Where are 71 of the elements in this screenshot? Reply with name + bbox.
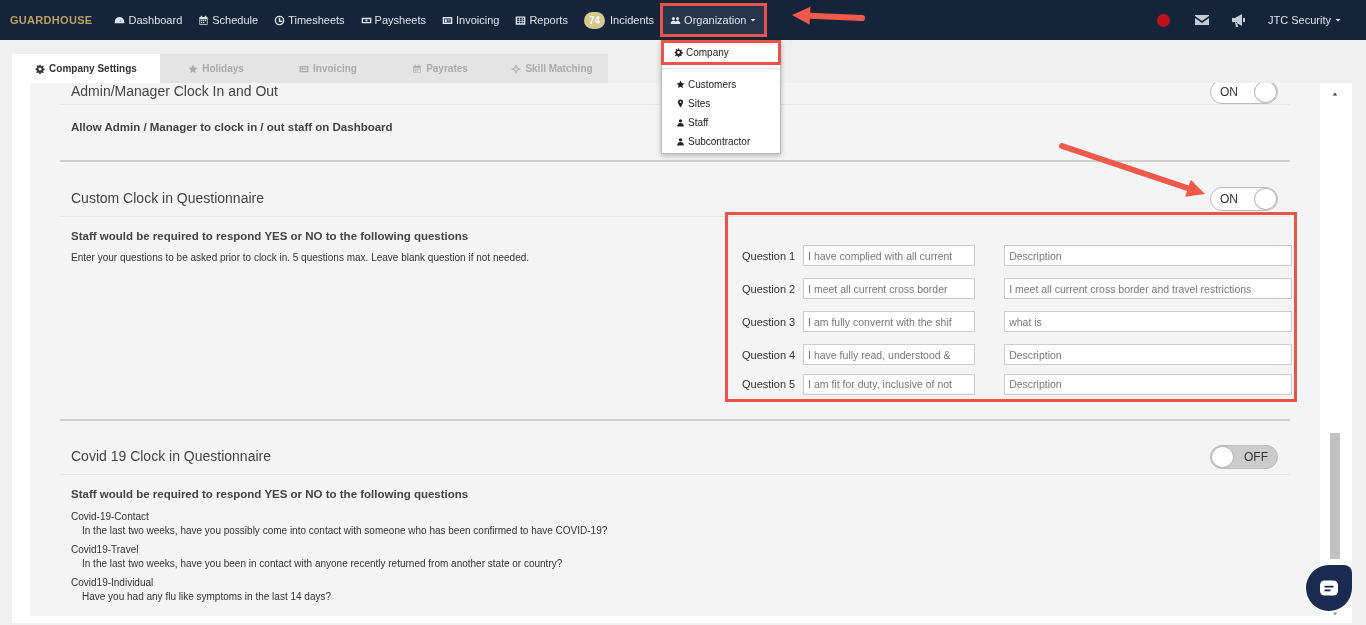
description-field[interactable]: I meet all current cross border and travel restrictions xyxy=(1004,278,1292,300)
section-title: Covid 19 Clock in Questionnaire xyxy=(71,447,271,467)
count-badge: 74 xyxy=(583,11,606,29)
question-text: In the last two weeks, have you possibly come into contact with someone who has been confirmed to have COVID-19? xyxy=(82,524,608,537)
question-text: In the last two weeks, have you been in contact with anyone recently returned from another state or country? xyxy=(82,557,563,570)
brand-logo[interactable]: GUARDHOUSE xyxy=(10,11,93,29)
user-menu[interactable]: JTC Security xyxy=(1260,5,1350,35)
nav-link[interactable]: Invoicing xyxy=(434,5,508,35)
gear-icon xyxy=(674,48,683,57)
question-label: Question 2 xyxy=(742,281,797,297)
person-icon xyxy=(676,118,685,127)
caret-icon xyxy=(749,16,758,24)
menu-item[interactable]: Customers xyxy=(662,75,780,94)
star-icon xyxy=(676,80,685,89)
section-subtitle: Allow Admin / Manager to clock in / out staff on Dashboard xyxy=(71,120,393,135)
question-name: Covid-19-Contact xyxy=(71,510,149,523)
menu-item[interactable]: Sites xyxy=(662,94,780,113)
section-title: Custom Clock in Questionnaire xyxy=(71,189,264,209)
clock-icon xyxy=(274,14,286,26)
question-field[interactable]: I meet all current cross border xyxy=(803,278,975,300)
menu-item[interactable]: Staff xyxy=(662,113,780,132)
megaphone-icon xyxy=(1230,12,1247,28)
invoice-icon xyxy=(442,14,453,26)
gauge-icon xyxy=(114,14,126,26)
nav-link[interactable]: Dashboard xyxy=(106,5,191,35)
question-label: Question 4 xyxy=(742,347,797,363)
question-field[interactable]: I am fit for duty, inclusive of not xyxy=(803,373,975,395)
scroll-up-icon xyxy=(1331,91,1339,97)
crosshair-icon xyxy=(511,63,522,74)
map-pin-icon xyxy=(676,99,685,108)
gear-icon xyxy=(35,63,46,74)
question-name: Covid19-Travel xyxy=(71,543,139,556)
calendar-icon xyxy=(412,63,423,74)
calendar-icon xyxy=(198,14,210,26)
caret-icon xyxy=(1334,16,1342,24)
menu-item[interactable]: Company xyxy=(664,43,778,62)
description-field[interactable]: what is xyxy=(1004,311,1292,333)
section-note: Enter your questions to be asked prior to clock in. 5 questions max. Leave blank question if not needed. xyxy=(71,250,530,265)
status-dot-icon xyxy=(1157,13,1171,27)
tab[interactable]: Company Settings xyxy=(12,54,160,83)
section-subtitle: Staff would be required to respond YES or NO to the following questions xyxy=(71,229,469,245)
toggle-switch[interactable]: ON xyxy=(1210,83,1278,104)
question-name: Covid19-Individual xyxy=(71,576,154,589)
section-title: Admin/Manager Clock In and Out xyxy=(71,83,278,101)
table-icon xyxy=(515,14,527,26)
nav-link[interactable]: Timesheets xyxy=(266,5,353,35)
nav-link[interactable]: Schedule xyxy=(190,5,267,35)
question-field[interactable]: I am fully convernt with the shif xyxy=(803,311,975,333)
nav-link[interactable]: 74 Incidents xyxy=(575,5,663,35)
envelope-icon xyxy=(1194,12,1211,28)
scroll-thumb[interactable] xyxy=(1330,433,1340,559)
person-icon xyxy=(676,137,685,146)
description-field[interactable]: Description xyxy=(1004,245,1292,267)
toggle-switch[interactable]: ON xyxy=(1210,186,1278,211)
toggle-switch[interactable]: OFF xyxy=(1210,444,1278,469)
menu-item[interactable]: Subcontractor xyxy=(662,132,780,151)
invoice-icon xyxy=(299,63,310,74)
people-icon xyxy=(670,14,682,26)
question-field[interactable]: I have complied with all current xyxy=(803,245,975,267)
nav-link[interactable]: Reports xyxy=(507,5,576,35)
question-field[interactable]: I have fully read, understood & xyxy=(803,344,975,366)
description-field[interactable]: Description xyxy=(1004,344,1292,366)
nav-link[interactable]: Organization xyxy=(662,5,766,35)
section-subtitle: Staff would be required to respond YES or NO to the following questions xyxy=(71,487,469,503)
nav-link[interactable]: Paysheets xyxy=(352,5,434,35)
description-field[interactable]: Description xyxy=(1004,373,1292,395)
question-label: Question 3 xyxy=(742,314,797,330)
question-label: Question 1 xyxy=(742,248,797,264)
question-text: Have you had any flu like symptoms in the last 14 days? xyxy=(82,590,332,603)
star-icon xyxy=(188,63,199,74)
question-label: Question 5 xyxy=(742,377,797,392)
